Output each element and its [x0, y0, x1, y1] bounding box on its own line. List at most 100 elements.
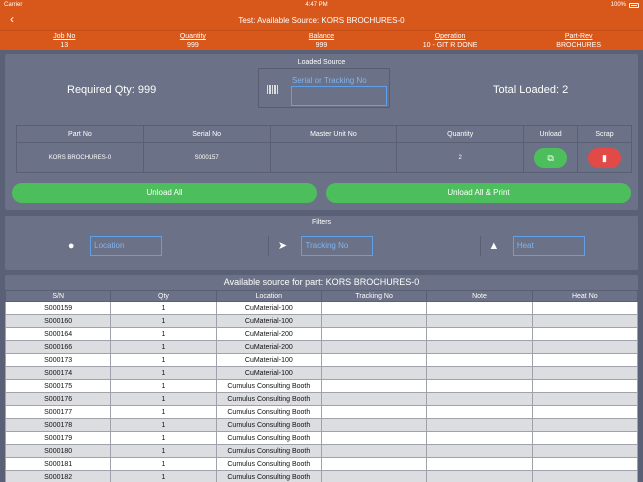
cell-sn: S000180: [4, 444, 112, 458]
cell-sn: S000182: [4, 470, 112, 482]
cell-tracking-no: [320, 327, 428, 341]
status-bar: Carrier 4:47 PM 100%: [0, 0, 643, 10]
cell-note: [426, 340, 533, 354]
heat-filter-input[interactable]: Heat: [512, 236, 585, 256]
table-row[interactable]: S000179 1 Cumulus Consulting Booth: [4, 431, 639, 445]
cell-tracking-no: [320, 418, 428, 432]
cell-heat-no: [531, 405, 639, 419]
cell-qty: 1: [110, 457, 217, 471]
cell-note: [426, 405, 533, 419]
cell-location: Cumulus Consulting Booth: [215, 379, 322, 393]
external-link-icon: ⧉: [547, 152, 554, 163]
cell-heat-no: [531, 418, 639, 432]
col-master-unit-no: Master Unit No: [269, 125, 398, 143]
cell-qty: 1: [110, 431, 217, 445]
table-row[interactable]: S000164 1 CuMaterial-200: [4, 327, 639, 341]
table-row[interactable]: S000175 1 Cumulus Consulting Booth: [4, 379, 639, 393]
battery-percent: 100%: [610, 2, 626, 8]
loaded-source-title: Loaded Source: [297, 59, 346, 66]
cell-heat-no: [531, 353, 639, 367]
table-row[interactable]: S000159 1 CuMaterial-100: [4, 301, 639, 315]
cell-tracking-no: [320, 444, 428, 458]
cell-tracking-no: [320, 392, 428, 406]
cell-heat-no: [531, 392, 639, 406]
unload-button[interactable]: ⧉: [534, 147, 568, 168]
cell-heat-no: [531, 314, 639, 328]
cell-heat-no: [531, 327, 639, 341]
page-title: Test: Available Source: KORS BROCHURES-0: [238, 15, 405, 25]
table-row[interactable]: S000173 1 CuMaterial-100: [4, 353, 639, 367]
cell-sn: S000177: [4, 405, 112, 419]
job-no-info: Job No 13: [0, 31, 129, 50]
cell-tracking-no: [320, 379, 428, 393]
cell-sn: S000181: [4, 457, 112, 471]
paper-plane-icon: ➤: [277, 240, 288, 252]
cell-qty: 1: [110, 444, 217, 458]
heat-filter: ▲ Heat: [479, 236, 585, 256]
cell-qty: 1: [110, 470, 217, 482]
cell-note: [426, 327, 533, 341]
table-row[interactable]: S000181 1 Cumulus Consulting Booth: [4, 457, 639, 471]
table-row[interactable]: S000180 1 Cumulus Consulting Booth: [4, 444, 639, 458]
cell-location: Cumulus Consulting Booth: [215, 418, 322, 432]
scrap-button[interactable]: ▮: [588, 147, 621, 168]
table-row[interactable]: S000176 1 Cumulus Consulting Booth: [4, 392, 639, 406]
cell-location: Cumulus Consulting Booth: [215, 457, 322, 471]
cell-sn: S000160: [4, 314, 112, 328]
cell-note: [426, 314, 533, 328]
cell-tracking-no: [320, 314, 428, 328]
serial-input[interactable]: [291, 86, 387, 106]
table-row[interactable]: S000182 1 Cumulus Consulting Booth: [4, 470, 639, 482]
cell-tracking-no: [320, 431, 428, 445]
loaded-source-panel: Loaded Source Required Qty: 999 Serial o…: [5, 54, 638, 210]
battery-status: 100%: [611, 2, 639, 8]
table-row[interactable]: S000166 1 CuMaterial-200: [4, 340, 639, 354]
cell-location: Cumulus Consulting Booth: [215, 444, 322, 458]
unload-cell: ⧉: [523, 142, 579, 173]
cell-tracking-no: [320, 470, 428, 482]
unload-all-button[interactable]: Unload All: [12, 183, 317, 203]
cell-qty: 1: [110, 314, 217, 328]
cell-sn: S000179: [4, 431, 112, 445]
cell-note: [426, 301, 533, 315]
cell-qty: 1: [110, 353, 217, 367]
unload-all-print-button[interactable]: Unload All & Print: [326, 183, 631, 203]
tracking-filter-input[interactable]: Tracking No: [301, 236, 374, 256]
table-row[interactable]: S000174 1 CuMaterial-100: [4, 366, 639, 380]
table-row[interactable]: S000177 1 Cumulus Consulting Booth: [4, 405, 639, 419]
cell-sn: S000178: [4, 418, 112, 432]
cell-heat-no: [531, 444, 639, 458]
table-row[interactable]: S000178 1 Cumulus Consulting Booth: [4, 418, 639, 432]
cell-location: CuMaterial-100: [215, 353, 322, 367]
clock: 4:47 PM: [305, 2, 328, 8]
available-source-table: S/N Qty Location Tracking No Note Heat N…: [4, 290, 639, 482]
col-note: Note: [426, 290, 533, 302]
cell-qty: 1: [110, 340, 217, 354]
cell-note: [426, 457, 533, 471]
part-rev-info: Part-Rev BROCHURES: [514, 31, 643, 50]
cell-sn: S000164: [4, 327, 112, 341]
cell-heat-no: [531, 379, 639, 393]
required-qty: Required Qty: 999: [67, 84, 157, 96]
cell-sn: S000173: [4, 353, 112, 367]
cell-sn: S000159: [4, 301, 112, 315]
cell-location: Cumulus Consulting Booth: [215, 431, 322, 445]
barcode-icon[interactable]: [267, 85, 278, 94]
cell-location: Cumulus Consulting Booth: [215, 470, 322, 482]
cell-heat-no: [531, 366, 639, 380]
balance-info: Balance 999: [257, 31, 386, 50]
part-rev-label: Part-Rev: [564, 33, 593, 40]
cell-note: [426, 379, 533, 393]
cell-sn: S000175: [4, 379, 112, 393]
back-chevron-icon[interactable]: ‹: [10, 12, 14, 26]
cell-location: CuMaterial-100: [215, 301, 322, 315]
cell-heat-no: [531, 470, 639, 482]
table-row[interactable]: S000160 1 CuMaterial-100: [4, 314, 639, 328]
loaded-row: KORS BROCHURES-0 S000157 2 ⧉ ▮: [16, 142, 632, 173]
trash-icon: ▮: [602, 152, 607, 163]
col-quantity: Quantity: [396, 125, 525, 143]
location-filter-input[interactable]: Location: [90, 236, 163, 256]
col-serial-no: Serial No: [142, 125, 271, 143]
available-source-panel: Available source for part: KORS BROCHURE…: [4, 275, 639, 482]
operation-label: Operation: [434, 33, 466, 40]
